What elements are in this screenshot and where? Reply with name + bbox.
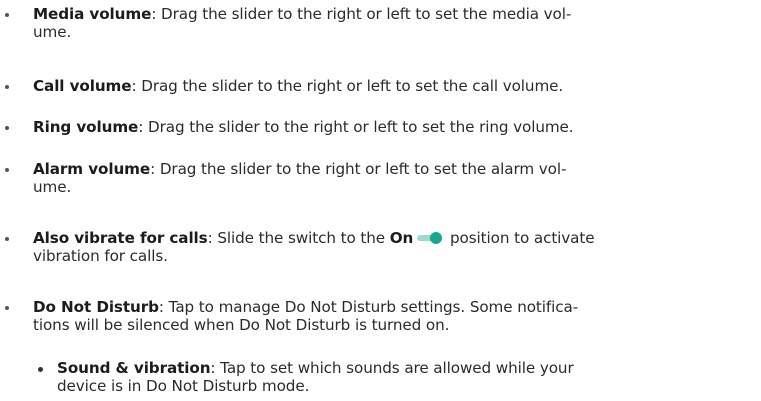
list-item-text: Also vibrate for calls: Slide the switch… bbox=[33, 229, 749, 265]
list-item-text: Alarm volume: Drag the slider to the rig… bbox=[33, 160, 749, 196]
item-description: : Drag the slider to the right or left t… bbox=[151, 5, 572, 23]
item-term: Do Not Disturb bbox=[33, 298, 159, 316]
item-description: : Drag the slider to the right or left t… bbox=[150, 160, 567, 178]
item-term: Media volume bbox=[33, 5, 152, 23]
toggle-on-icon bbox=[417, 232, 443, 244]
toggle-knob bbox=[430, 232, 443, 244]
item-description: position to activate bbox=[445, 229, 595, 247]
item-description: : Drag the slider to the right or left t… bbox=[131, 77, 564, 95]
item-term: Also vibrate for calls bbox=[33, 229, 208, 247]
list-item-text: Ring volume: Drag the slider to the righ… bbox=[33, 118, 749, 136]
item-description-cont: device is in Do Not Disturb mode. bbox=[57, 377, 310, 395]
item-term: Sound & vibration bbox=[57, 359, 211, 377]
bullet-icon bbox=[5, 306, 9, 310]
item-description: : Tap to set which sounds are allowed wh… bbox=[210, 359, 574, 377]
on-label: On bbox=[389, 229, 414, 247]
item-description: : Drag the slider to the right or left t… bbox=[138, 118, 574, 136]
bullet-icon bbox=[5, 85, 9, 89]
bullet-icon bbox=[5, 168, 9, 172]
item-term: Ring volume bbox=[33, 118, 139, 136]
item-description-cont: vibration for calls. bbox=[33, 247, 168, 265]
bullet-icon bbox=[38, 367, 43, 372]
item-description-cont: ume. bbox=[33, 23, 72, 41]
item-term: Call volume bbox=[33, 77, 132, 95]
bullet-icon bbox=[5, 126, 9, 130]
item-description-cont: ume. bbox=[33, 178, 72, 196]
list-item-text: Media volume: Drag the slider to the rig… bbox=[33, 5, 749, 41]
item-description: : Slide the switch to the bbox=[207, 229, 390, 247]
list-item-text: Call volume: Drag the slider to the righ… bbox=[33, 77, 749, 95]
list-item-text: Do Not Disturb: Tap to manage Do Not Dis… bbox=[33, 298, 749, 334]
item-description: : Tap to manage Do Not Disturb settings.… bbox=[158, 298, 579, 316]
list-item-text: Sound & vibration: Tap to set which soun… bbox=[57, 359, 747, 395]
item-description-cont: tions will be silenced when Do Not Distu… bbox=[33, 316, 450, 334]
bullet-icon bbox=[5, 237, 9, 241]
item-term: Alarm volume bbox=[33, 160, 151, 178]
bullet-icon bbox=[5, 13, 9, 17]
